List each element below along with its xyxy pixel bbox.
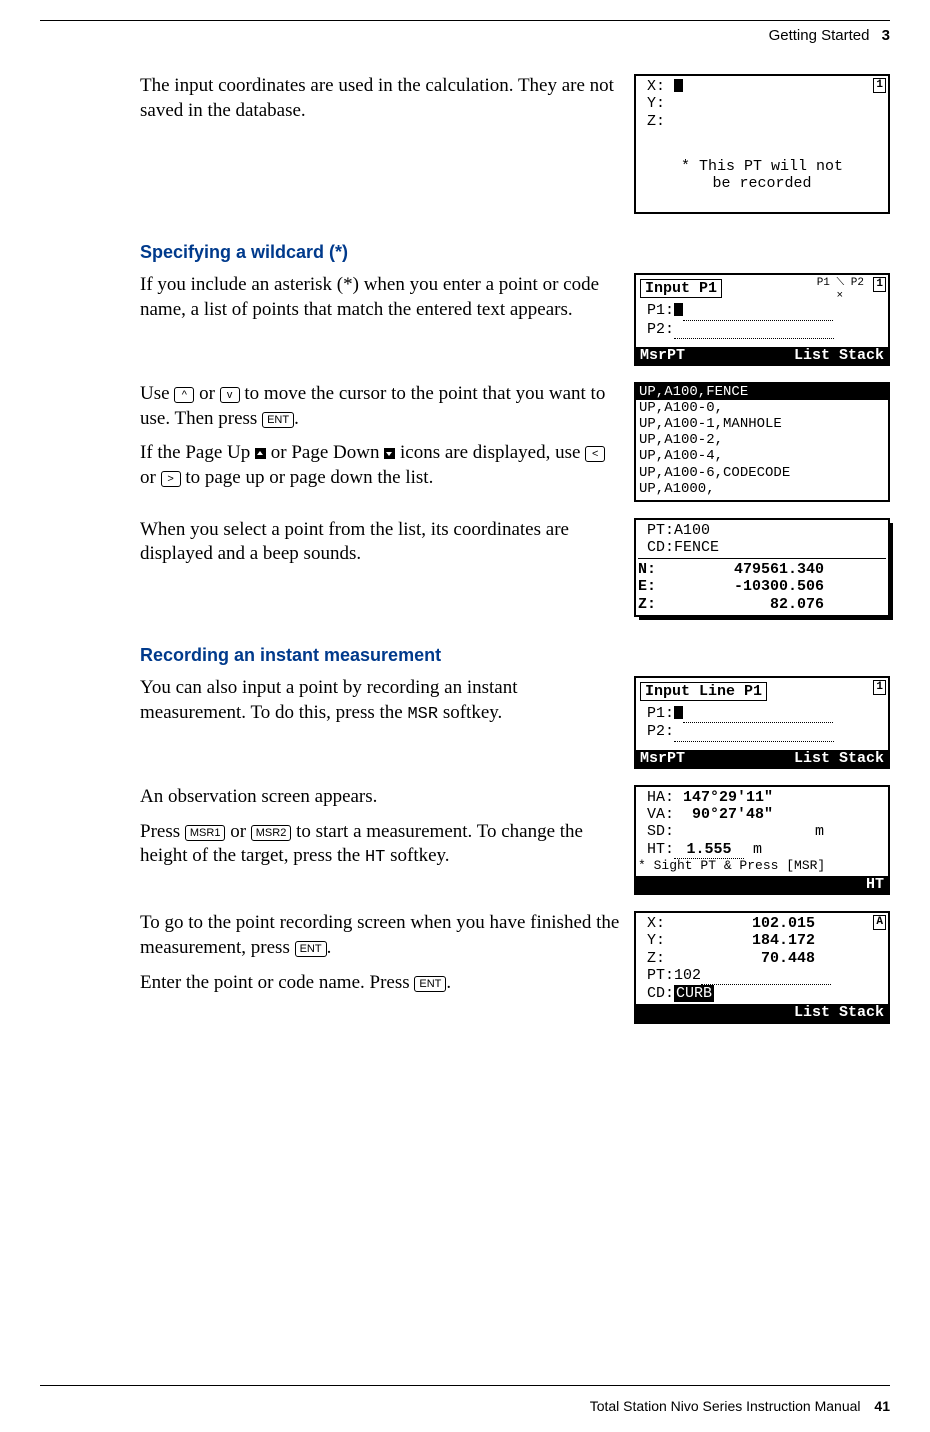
softkey-list-stack[interactable]: List Stack	[794, 750, 884, 767]
screen-observation: HA: 147°29'11" VA: 90°27'48" SD:m HT:1.5…	[634, 785, 890, 895]
record-paras-2-3: An observation screen appears. Press MSR…	[140, 785, 620, 895]
softkey-msrpt[interactable]: MsrPT	[640, 750, 685, 767]
record-heading: Recording an instant measurement	[140, 645, 890, 666]
left-arrow-key: <	[585, 446, 605, 462]
ent-key: ENT	[262, 412, 294, 428]
softkey-ht[interactable]: HT	[866, 876, 884, 893]
ent-key: ENT	[414, 976, 446, 992]
header-section: Getting Started	[769, 27, 870, 44]
page-indicator-icon: 1	[873, 277, 886, 292]
wildcard-heading: Specifying a wildcard (*)	[140, 242, 890, 263]
ent-key: ENT	[295, 941, 327, 957]
wildcard-nav-paras: Use ^ or v to move the cursor to the poi…	[140, 382, 620, 502]
screen-point-detail: PT:A100 CD:FENCE N: 479561.340 E: -10300…	[634, 518, 890, 617]
down-arrow-key: v	[220, 387, 240, 403]
page-up-icon	[255, 448, 266, 459]
intro-paragraph: The input coordinates are used in the ca…	[140, 74, 620, 214]
page-indicator-icon: 1	[873, 78, 886, 93]
page-footer: Total Station Nivo Series Instruction Ma…	[590, 1398, 890, 1414]
screen-xyz-blank: 1 X: Y: Z: * This PT will not be recorde…	[634, 74, 890, 214]
softkey-list-stack[interactable]: List Stack	[794, 347, 884, 364]
record-paras-4-5: To go to the point recording screen when…	[140, 911, 620, 1024]
screen-result: A X:102.015 Y:184.172 Z:70.448 PT:102 CD…	[634, 911, 890, 1024]
msr-softkey-label: MSR	[407, 705, 438, 724]
screen-input-line-p1: 1 Input Line P1 P1: P2: MsrPT List Stack	[634, 676, 890, 769]
screen-point-list: UP,A100,FENCE UP,A100-0, UP,A100-1,MANHO…	[634, 382, 890, 502]
ht-softkey-label: HT	[365, 848, 385, 867]
wildcard-para4: When you select a point from the list, i…	[140, 518, 620, 617]
header-chapter: 3	[882, 27, 890, 44]
msr1-key: MSR1	[185, 825, 226, 841]
page-down-icon	[384, 448, 395, 459]
softkey-msrpt[interactable]: MsrPT	[640, 347, 685, 364]
screen-input-p1: 1 Input P1 P1 ⟍ P2 × P1: P2: MsrPT List …	[634, 273, 890, 366]
right-arrow-key: >	[161, 471, 181, 487]
footer-page-number: 41	[874, 1398, 890, 1414]
footer-title: Total Station Nivo Series Instruction Ma…	[590, 1398, 861, 1414]
record-para1: You can also input a point by recording …	[140, 676, 620, 769]
wildcard-para1: If you include an asterisk (*) when you …	[140, 273, 620, 366]
mode-indicator-icon: A	[873, 915, 886, 930]
up-arrow-key: ^	[174, 387, 194, 403]
msr2-key: MSR2	[251, 825, 292, 841]
page-indicator-icon: 1	[873, 680, 886, 695]
page-header: Getting Started 3	[40, 27, 890, 44]
softkey-list-stack[interactable]: List Stack	[794, 1004, 884, 1021]
